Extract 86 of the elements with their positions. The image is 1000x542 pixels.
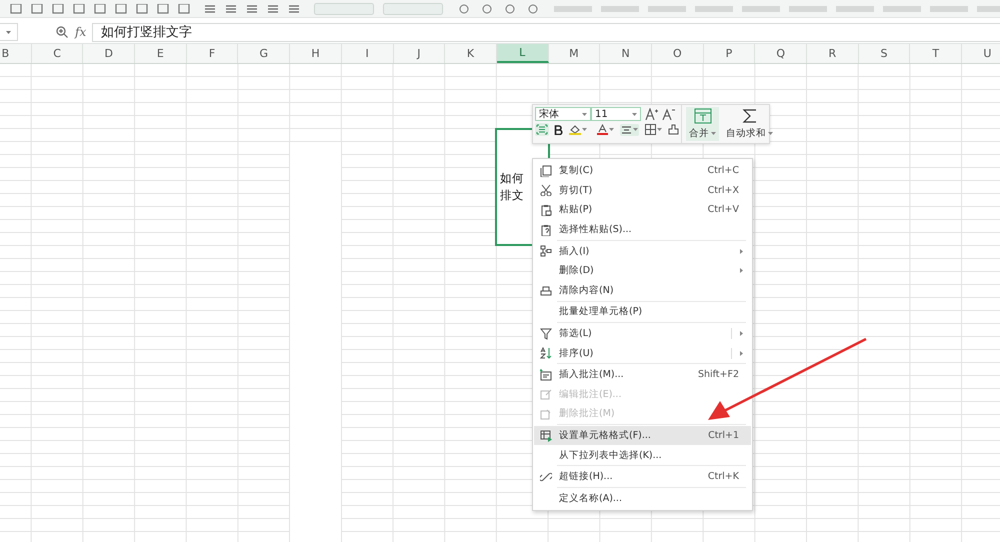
dropdown-caret-icon: [6, 30, 11, 34]
dropdown-caret-icon: [582, 112, 587, 116]
submenu-arrow-icon: [740, 268, 743, 274]
dropdown-caret-icon: [711, 132, 716, 135]
dropdown-caret-icon: [633, 128, 638, 131]
format-painter-icon[interactable]: [668, 124, 679, 135]
menu-item[interactable]: 排序(U): [534, 343, 751, 363]
column-header[interactable]: B: [0, 44, 32, 63]
align-center-icon[interactable]: [621, 124, 632, 134]
merge-cells-icon: [694, 108, 712, 124]
column-header[interactable]: D: [83, 44, 136, 63]
link-icon: [540, 470, 552, 483]
paste-special-icon: [540, 224, 552, 236]
increase-font-icon[interactable]: [645, 108, 658, 120]
bold-icon[interactable]: [554, 124, 563, 134]
clear-icon: [540, 284, 552, 296]
number-format-icon[interactable]: [457, 4, 471, 14]
column-header[interactable]: H: [290, 44, 342, 63]
column-header[interactable]: U: [962, 44, 1000, 63]
menu-item[interactable]: 设置单元格格式(F)... Ctrl+1: [534, 426, 751, 446]
paste-icon: [540, 204, 552, 216]
comment-edit-icon: [540, 388, 552, 400]
borders-icon[interactable]: [645, 124, 656, 135]
wrap-text-icon[interactable]: [536, 124, 548, 135]
dropdown-caret-icon: [768, 132, 773, 135]
submenu-arrow-icon: [740, 350, 743, 356]
copy-icon: [540, 164, 552, 177]
column-header[interactable]: M: [548, 44, 600, 63]
column-header[interactable]: I: [342, 44, 394, 63]
number-format-icon[interactable]: [503, 4, 517, 14]
menu-item[interactable]: 批量处理单元格(P): [534, 302, 751, 322]
column-header[interactable]: E: [135, 44, 187, 63]
column-header[interactable]: O: [652, 44, 704, 63]
column-header[interactable]: L: [496, 44, 549, 63]
column-header[interactable]: Q: [755, 44, 807, 63]
dropdown-caret-icon: [632, 112, 637, 116]
merged-cell[interactable]: [289, 142, 342, 542]
cell-text: 排文: [500, 187, 524, 204]
zoom-icon[interactable]: [56, 26, 68, 38]
column-header[interactable]: C: [32, 44, 84, 63]
align-icon[interactable]: [246, 4, 258, 14]
comment-icon: [540, 368, 552, 381]
fill-color-icon[interactable]: [569, 124, 581, 135]
menu-item[interactable]: 插入批注(M)... Shift+F2: [534, 364, 751, 385]
font-color-icon[interactable]: [597, 124, 608, 135]
autosum-button[interactable]: 自动求和: [723, 107, 776, 141]
font-size-dropdown[interactable]: 11: [591, 107, 641, 121]
menu-item[interactable]: 从下拉列表中选择(K)...: [534, 445, 751, 465]
align-icon[interactable]: [204, 4, 216, 14]
menu-item[interactable]: 超链接(H)... Ctrl+K: [534, 466, 751, 486]
align-icon[interactable]: [267, 4, 279, 14]
insert-icon: [540, 245, 552, 258]
column-header[interactable]: T: [910, 44, 962, 63]
sum-icon: [742, 108, 758, 124]
dropdown-caret-icon: [582, 128, 587, 131]
number-format-icon[interactable]: [526, 4, 540, 14]
filter-icon: [540, 328, 552, 340]
sort-icon: [540, 347, 552, 360]
submenu-arrow-icon: [740, 248, 743, 254]
comment-delete-icon: [540, 408, 552, 420]
function-label[interactable]: fx: [75, 25, 86, 39]
cell-text: 如何: [500, 170, 524, 187]
number-format-icon[interactable]: [480, 4, 494, 14]
column-header[interactable]: P: [704, 44, 756, 63]
column-header[interactable]: R: [807, 44, 859, 63]
format-cells-icon: [540, 430, 552, 442]
formula-input[interactable]: 如何打竖排文字: [92, 22, 1000, 42]
align-icon[interactable]: [288, 4, 300, 14]
name-box[interactable]: [0, 23, 18, 41]
menu-item[interactable]: 清除内容(N): [534, 280, 751, 300]
dropdown-caret-icon: [609, 128, 614, 131]
column-header[interactable]: N: [600, 44, 652, 63]
merge-button[interactable]: 合并: [686, 107, 719, 141]
font-name-dropdown[interactable]: 宋体: [535, 107, 591, 121]
decrease-font-icon[interactable]: [662, 108, 675, 120]
cut-icon: [540, 184, 552, 196]
menu-item[interactable]: 筛选(L): [534, 324, 751, 344]
menu-item[interactable]: 删除(D): [534, 260, 751, 281]
column-header[interactable]: S: [858, 44, 910, 63]
align-icon[interactable]: [225, 4, 237, 14]
dropdown-caret-icon: [657, 128, 662, 131]
column-header[interactable]: F: [186, 44, 238, 63]
column-header[interactable]: J: [394, 44, 446, 63]
submenu-arrow-icon: [740, 331, 743, 336]
menu-item[interactable]: 定义名称(A)...: [534, 488, 751, 508]
column-header[interactable]: G: [238, 44, 290, 63]
